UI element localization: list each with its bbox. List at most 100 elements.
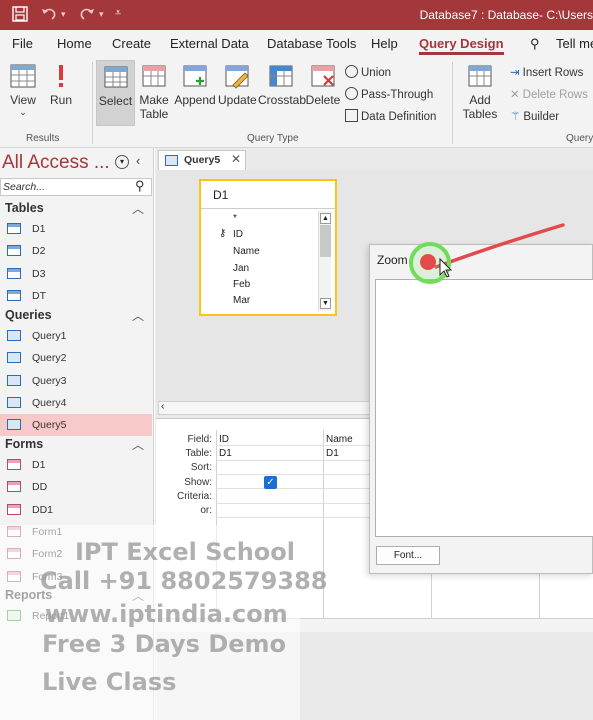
- field-list-item[interactable]: *: [233, 213, 237, 224]
- nav-item[interactable]: D2: [0, 240, 152, 262]
- show-checkbox[interactable]: ✓: [264, 476, 277, 489]
- table-icon: [7, 267, 21, 279]
- collapse-section-icon[interactable]: ︿: [132, 200, 144, 217]
- tab-home[interactable]: Home: [57, 36, 92, 51]
- nav-item[interactable]: DD1: [0, 499, 152, 521]
- nav-pane-title[interactable]: All Access ...: [2, 152, 110, 174]
- grid-field-cell[interactable]: Name: [326, 434, 353, 445]
- table-field-list[interactable]: D1 * ⚷ ID Name Jan Feb Mar ▲ ▼: [199, 179, 337, 316]
- save-icon[interactable]: [12, 6, 28, 25]
- tab-query-design[interactable]: Query Design: [419, 36, 504, 55]
- form-icon: [7, 503, 21, 515]
- scroll-up-icon[interactable]: ▲: [320, 213, 331, 224]
- customize-qat-icon[interactable]: ⩡: [115, 7, 121, 20]
- delete-rows-button: ✕ Delete Rows: [510, 87, 588, 101]
- query-setup-group-label: Query: [566, 133, 593, 144]
- insert-rows-button[interactable]: ⇥ Insert Rows: [510, 65, 583, 79]
- nav-item[interactable]: Query1: [0, 325, 152, 347]
- nav-item[interactable]: DT: [0, 285, 152, 307]
- nav-section-header[interactable]: Tables: [0, 198, 152, 218]
- field-list-item[interactable]: ID: [233, 229, 243, 240]
- design-horizontal-scrollbar[interactable]: ‹: [158, 401, 372, 415]
- datasheet-view-icon: [10, 64, 36, 88]
- nav-item[interactable]: Query2: [0, 347, 152, 369]
- select-query-button[interactable]: Select: [96, 60, 135, 126]
- add-tables-label-1: Add: [469, 93, 491, 107]
- nav-menu-icon[interactable]: ▾: [115, 155, 129, 169]
- watermark-line: www.iptindia.com: [45, 600, 288, 628]
- nav-section-header[interactable]: Queries: [0, 305, 152, 325]
- nav-item[interactable]: D3: [0, 263, 152, 285]
- append-button[interactable]: Append: [174, 62, 216, 126]
- scroll-thumb[interactable]: [320, 225, 331, 257]
- delete-query-button[interactable]: Delete: [305, 62, 341, 126]
- pass-through-button[interactable]: Pass-Through: [345, 87, 433, 101]
- make-table-button[interactable]: Make Table: [138, 62, 170, 128]
- nav-item[interactable]: Query5: [0, 414, 152, 437]
- crosstab-button[interactable]: Crosstab: [258, 62, 306, 126]
- field-list-item[interactable]: Jan: [233, 263, 249, 274]
- nav-item[interactable]: DD: [0, 476, 152, 498]
- grid-table-cell[interactable]: D1: [326, 448, 339, 459]
- search-icon[interactable]: ⚲: [135, 178, 145, 194]
- undo-dropdown-icon[interactable]: ▾: [61, 9, 66, 20]
- nav-item[interactable]: D1: [0, 454, 152, 476]
- field-list-scrollbar[interactable]: ▲ ▼: [318, 211, 331, 311]
- append-icon: [183, 65, 207, 87]
- tab-help[interactable]: Help: [371, 36, 398, 51]
- tab-create[interactable]: Create: [112, 36, 151, 51]
- run-button[interactable]: Run: [46, 62, 76, 126]
- make-table-icon: [142, 65, 166, 87]
- undo-icon[interactable]: [40, 6, 58, 25]
- grid-row-label: or:: [200, 505, 212, 516]
- nav-item[interactable]: Query3: [0, 370, 152, 392]
- redo-dropdown-icon[interactable]: ▾: [99, 9, 104, 20]
- delete-label: Delete: [305, 93, 341, 107]
- insert-rows-label: Insert Rows: [522, 67, 584, 79]
- close-icon[interactable]: ✕: [231, 152, 241, 166]
- table-icon: [7, 289, 21, 301]
- update-button[interactable]: Update: [218, 62, 257, 126]
- view-button[interactable]: View ⌄: [4, 62, 42, 126]
- delete-rows-label: Delete Rows: [522, 89, 588, 101]
- nav-search-input[interactable]: Search...: [0, 178, 152, 196]
- annotation-stroke: [434, 223, 565, 269]
- field-list-item[interactable]: Name: [233, 246, 260, 257]
- tab-external-data[interactable]: External Data: [170, 36, 249, 51]
- insert-rows-icon: ⇥: [510, 67, 520, 79]
- field-list-item[interactable]: Feb: [233, 279, 250, 290]
- ribbon: View ⌄ Run Results Select Make Table App…: [0, 58, 593, 148]
- scroll-left-icon[interactable]: ‹: [161, 401, 164, 412]
- tab-database-tools[interactable]: Database Tools: [267, 36, 356, 51]
- scroll-down-icon[interactable]: ▼: [320, 298, 331, 309]
- collapse-section-icon[interactable]: ︿: [132, 436, 144, 453]
- add-tables-label-2: Tables: [462, 107, 498, 121]
- data-definition-button[interactable]: Data Definition: [345, 109, 436, 123]
- search-icon[interactable]: ⚲: [530, 36, 540, 52]
- table-field-list-title: D1: [201, 181, 335, 209]
- query-type-group-label: Query Type: [247, 133, 299, 144]
- query-icon: [7, 396, 21, 408]
- nav-item[interactable]: Query4: [0, 392, 152, 414]
- redo-icon[interactable]: [78, 6, 96, 25]
- collapse-section-icon[interactable]: ︿: [132, 307, 144, 324]
- nav-section-header[interactable]: Forms: [0, 434, 152, 454]
- add-tables-button[interactable]: Add Tables: [460, 62, 500, 128]
- grid-table-cell[interactable]: D1: [219, 448, 232, 459]
- grid-field-cell[interactable]: ID: [219, 434, 229, 445]
- window-title: Database7 : Database- C:\Users: [419, 8, 593, 22]
- builder-button[interactable]: ⚚ Builder: [510, 109, 559, 123]
- builder-label: Builder: [523, 111, 560, 123]
- form-icon: [7, 459, 21, 470]
- tell-me-search[interactable]: Tell me: [556, 36, 593, 51]
- tab-query5[interactable]: Query5 ✕: [158, 150, 246, 170]
- nav-item[interactable]: D1: [0, 218, 152, 240]
- query-icon: [7, 352, 21, 364]
- union-button[interactable]: Union: [345, 65, 391, 79]
- tab-file[interactable]: File: [12, 36, 33, 51]
- collapse-pane-icon[interactable]: ‹: [136, 153, 140, 168]
- font-button[interactable]: Font...: [376, 546, 440, 565]
- zoom-text-area[interactable]: [375, 279, 593, 537]
- query-icon: [165, 155, 178, 166]
- field-list-item[interactable]: Mar: [233, 295, 250, 306]
